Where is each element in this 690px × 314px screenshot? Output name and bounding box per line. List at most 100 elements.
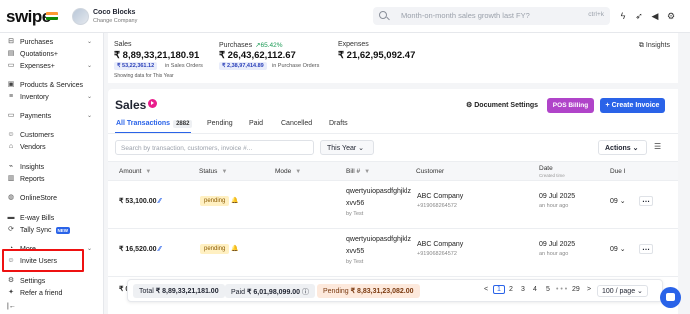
filter-icon[interactable]: ▼ [295, 169, 301, 175]
col-customer[interactable]: Customer [416, 168, 444, 175]
link-icon[interactable]: ⁄⁄ [157, 198, 160, 205]
col-bill[interactable]: Bill # ▼ [346, 168, 370, 175]
info-icon[interactable]: ⓘ [302, 289, 309, 296]
page-29[interactable]: 29 [572, 286, 580, 293]
page-title: Sales [115, 98, 147, 112]
bill-number-2[interactable]: xvv56 [346, 200, 364, 207]
create-invoice-button[interactable]: + Create Invoice [600, 98, 665, 113]
company-avatar[interactable] [72, 8, 89, 25]
sidebar-item-insights[interactable]: ⌁ Insights [7, 162, 44, 172]
sidebar-item-eway-bills[interactable]: ▬ E-way Bills [7, 213, 55, 223]
customer-name[interactable]: ABC Company [417, 241, 463, 248]
gear-icon[interactable]: ⚙ [665, 10, 677, 22]
tab-all-transactions[interactable]: All Transactions 2882 [116, 120, 193, 128]
row-menu-button[interactable]: … [639, 196, 653, 206]
page-4[interactable]: 4 [533, 286, 537, 293]
col-due[interactable]: Due I [610, 168, 626, 175]
tab-drafts[interactable]: Drafts [329, 120, 348, 127]
chart-icon: ⌁ [8, 163, 14, 170]
chevron-down-icon[interactable]: ⌄ [87, 245, 92, 252]
swipe-logo[interactable]: swipe [6, 7, 51, 27]
sidebar-item-purchases[interactable]: ⊟ Purchases [7, 37, 53, 47]
rocket-icon[interactable]: ➶ [633, 10, 645, 22]
date-cell: 09 Jul 2025 [539, 193, 576, 200]
bill-number[interactable]: qwertyuiopasdfghjklz [346, 188, 411, 195]
bill-number[interactable]: qwertyuiopasdfghjklz [346, 236, 411, 243]
link-icon[interactable]: ⁄⁄ [157, 246, 160, 253]
document-settings-button[interactable]: ⚙ Document Settings [466, 101, 538, 109]
filter-icon[interactable]: ▼ [145, 169, 151, 175]
sidebar-item-products[interactable]: ▣ Products & Services [7, 80, 83, 90]
sales-orders-chip[interactable]: ₹ 53,22,361.12 [114, 62, 158, 70]
purchases-value: ₹ 26,43,62,112.67 [219, 50, 296, 61]
sidebar-item-refer[interactable]: ✦ Refer a friend [7, 288, 62, 298]
user-icon: ☺ [7, 131, 15, 138]
prev-page-button[interactable]: < [484, 286, 488, 293]
sidebar-item-settings[interactable]: ⚙ Settings [7, 276, 45, 286]
customer-name[interactable]: ABC Company [417, 193, 463, 200]
sidebar-item-onlinestore[interactable]: ◍ OnlineStore [7, 193, 57, 203]
sidebar-item-reports[interactable]: ▥ Reports [7, 174, 45, 184]
collapse-icon: |← [7, 302, 16, 310]
chevron-down-icon[interactable]: ⌄ [87, 112, 92, 119]
page-3[interactable]: 3 [521, 286, 525, 293]
filter-icon[interactable]: ▼ [221, 169, 227, 175]
sidebar-item-inventory[interactable]: ≡ Inventory [7, 92, 49, 102]
page-2[interactable]: 2 [509, 286, 513, 293]
page-1[interactable]: 1 [493, 285, 505, 294]
actions-dropdown[interactable]: Actions ⌄ [598, 140, 647, 155]
row-menu-button[interactable]: … [639, 244, 653, 254]
col-date[interactable]: Date [539, 165, 553, 172]
chat-icon[interactable] [660, 287, 681, 308]
doc-icon: ▤ [7, 50, 15, 57]
col-mode[interactable]: Mode ▼ [275, 168, 301, 175]
globe-icon: ◍ [7, 194, 15, 201]
due-cell: 09 ⌄ [610, 198, 626, 205]
page-size-select[interactable]: 100 / page ⌄ [597, 285, 648, 297]
table-row[interactable]: ₹ 16,520.00 ⁄⁄ pending 🔔 qwertyuiopasdfg… [108, 229, 678, 277]
sidebar-item-expenses[interactable]: ▭ Expenses+ [7, 61, 55, 71]
company-name[interactable]: Coco Blocks [93, 9, 135, 16]
date-cell: 09 Jul 2025 [539, 241, 576, 248]
bolt-icon[interactable]: ϟ [617, 10, 629, 22]
created-by: by Test [346, 259, 364, 265]
chevron-down-icon[interactable]: ⌄ [87, 62, 92, 69]
next-page-button[interactable]: > [587, 286, 591, 293]
col-status[interactable]: Status ▼ [199, 168, 227, 175]
sliders-icon[interactable]: ☰ [654, 142, 661, 151]
sales-period-note: Showing data for This Year [114, 73, 174, 79]
bell-icon[interactable]: 🔔 [231, 245, 238, 252]
transaction-search-input[interactable]: Search by transaction, customers, invoic… [115, 140, 314, 155]
purchase-orders-chip[interactable]: ₹ 2,38,97,414.89 [219, 62, 267, 70]
play-video-icon[interactable] [148, 99, 157, 108]
col-amount[interactable]: Amount ▼ [119, 168, 151, 175]
sidebar-item-tally-sync[interactable]: ⟳ Tally Sync NEW [7, 225, 71, 235]
total-pill: Total ₹ 8,89,33,21,181.00 [133, 284, 225, 298]
sidebar-item-quotations[interactable]: ▤ Quotations+ [7, 49, 58, 59]
page-5[interactable]: 5 [546, 286, 550, 293]
sidebar-collapse[interactable]: |← [7, 301, 16, 311]
tab-paid[interactable]: Paid [249, 120, 263, 127]
page-ellipsis[interactable]: • • • [556, 286, 567, 293]
bill-number-2[interactable]: xvv55 [346, 248, 364, 255]
chevron-down-icon[interactable]: ⌄ [87, 93, 92, 100]
table-row[interactable]: ₹ 53,100.00 ⁄⁄ pending 🔔 qwertyuiopasdfg… [108, 181, 678, 229]
status-badge: pending [200, 196, 230, 206]
purchase-orders-note: in Purchase Orders [272, 63, 320, 69]
pos-billing-button[interactable]: POS Billing [547, 98, 594, 113]
year-filter-select[interactable]: This Year ⌄ [320, 140, 374, 155]
sidebar-item-payments[interactable]: ▭ Payments [7, 111, 51, 121]
sidebar-item-vendors[interactable]: ⌂ Vendors [7, 142, 46, 152]
expenses-value: ₹ 21,62,95,092.47 [338, 50, 416, 61]
pending-pill: Pending ₹ 8,83,31,23,082.00 [317, 284, 420, 298]
megaphone-icon[interactable]: ◀ [649, 10, 661, 22]
change-company-link[interactable]: Change Company [93, 18, 137, 24]
insights-button[interactable]: ⧉ Insights [639, 42, 670, 50]
tab-cancelled[interactable]: Cancelled [281, 120, 312, 127]
sidebar-item-customers[interactable]: ☺ Customers [7, 130, 53, 140]
chevron-down-icon[interactable]: ⌄ [87, 38, 92, 45]
bell-icon[interactable]: 🔔 [231, 197, 238, 204]
global-search[interactable]: Month-on-month sales growth last FY? ctr… [373, 7, 610, 25]
filter-icon[interactable]: ▼ [364, 169, 370, 175]
tab-pending[interactable]: Pending [207, 120, 233, 127]
